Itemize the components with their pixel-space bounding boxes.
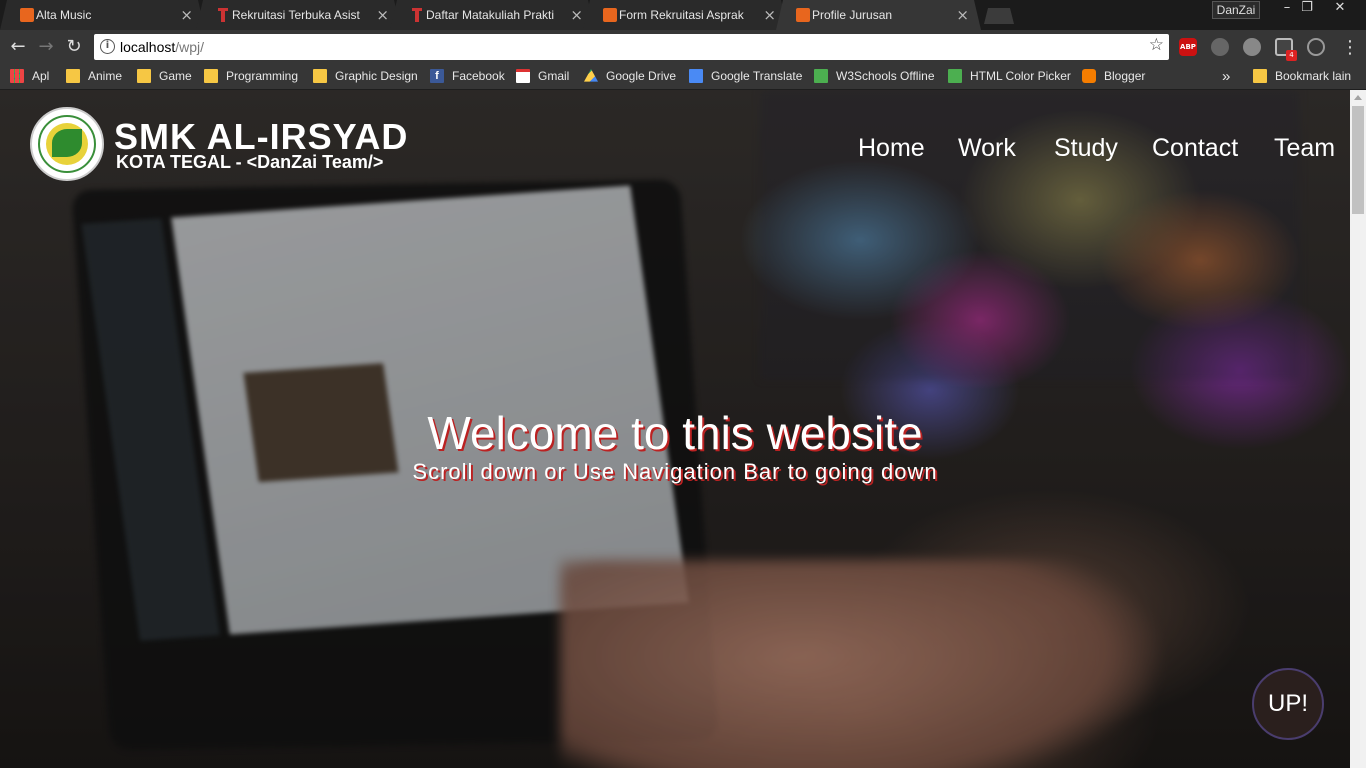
reload-icon[interactable]: ↻ [63, 36, 85, 58]
bookmark-graphic-design[interactable]: Graphic Design [313, 68, 418, 84]
bookmark-facebook[interactable]: f Facebook [430, 68, 505, 84]
bookmark-gmail[interactable]: Gmail [516, 68, 569, 84]
power-icon[interactable] [1307, 38, 1325, 56]
pin-icon [410, 8, 424, 22]
scroll-up-button[interactable]: UP! [1252, 668, 1324, 740]
tab-alta-music[interactable]: Alta Music × [0, 0, 205, 30]
apps-grid-icon [10, 69, 24, 83]
forward-icon[interactable]: → [35, 36, 57, 58]
tab-title: Form Rekruitasi Asprak F [619, 8, 747, 22]
address-url: localhost/wpj/ [120, 39, 205, 55]
tab-rekruitasi[interactable]: Rekruitasi Terbuka Asisten × [196, 0, 401, 30]
xampp-icon [796, 8, 810, 22]
new-tab-button[interactable] [984, 8, 1014, 24]
tab-strip: Alta Music × Rekruitasi Terbuka Asisten … [0, 0, 1366, 30]
tab-title: Rekruitasi Terbuka Asisten [232, 8, 360, 22]
close-icon[interactable]: × [376, 6, 389, 24]
bookmarks-overflow-button[interactable]: » [1222, 68, 1230, 85]
page-viewport: SMK AL-IRSYAD KOTA TEGAL - <DanZai Team/… [0, 90, 1350, 768]
nav-home[interactable]: Home [858, 134, 925, 163]
gmail-icon [516, 69, 530, 83]
scroll-up-arrow-icon[interactable] [1354, 95, 1362, 100]
nav-work[interactable]: Work [958, 134, 1016, 163]
tab-title: Daftar Matakuliah Praktikum [426, 8, 554, 22]
hero-title: Welcome to this website [427, 407, 923, 459]
page-scrollbar[interactable] [1350, 90, 1366, 768]
adblock-icon[interactable]: ABP [1179, 38, 1197, 56]
blogger-icon [1082, 69, 1096, 83]
scrollbar-thumb[interactable] [1352, 106, 1364, 214]
nav-team[interactable]: Team [1274, 134, 1335, 163]
bookmark-game[interactable]: Game [137, 68, 192, 84]
close-icon[interactable]: × [180, 6, 193, 24]
bookmark-programming[interactable]: Programming [204, 68, 298, 84]
bookmark-apps[interactable]: Apl [10, 68, 49, 84]
close-icon[interactable]: × [763, 6, 776, 24]
nav-study[interactable]: Study [1054, 134, 1118, 163]
xampp-icon [20, 8, 34, 22]
bookmark-w3schools[interactable]: W3Schools Offline [814, 68, 935, 84]
folder-icon [66, 69, 80, 83]
nav-contact[interactable]: Contact [1152, 134, 1238, 163]
drive-icon [584, 69, 598, 82]
bookmark-html-color-picker[interactable]: HTML Color Picker [948, 68, 1071, 84]
bookmark-star-icon[interactable]: ☆ [1149, 35, 1164, 55]
close-icon[interactable]: × [570, 6, 583, 24]
address-bar[interactable]: i localhost/wpj/ ☆ [94, 34, 1169, 60]
folder-icon [204, 69, 218, 83]
w3schools-icon [814, 69, 828, 83]
school-logo[interactable] [30, 107, 104, 181]
window-close-button[interactable]: ✕ [1325, 0, 1355, 18]
folder-icon [137, 69, 151, 83]
menu-icon[interactable]: ⋮ [1339, 37, 1361, 59]
bookmark-google-drive[interactable]: Google Drive [584, 68, 676, 84]
folder-icon [313, 69, 327, 83]
bookmark-google-translate[interactable]: Google Translate [689, 68, 802, 84]
facebook-icon: f [430, 69, 444, 83]
tab-profile-jurusan[interactable]: Profile Jurusan × [776, 0, 981, 30]
tab-title: Alta Music [36, 8, 92, 22]
close-icon[interactable]: × [956, 6, 969, 24]
translate-icon [689, 69, 703, 83]
bookmark-other[interactable]: Bookmark lain [1253, 68, 1351, 84]
xampp-icon [603, 8, 617, 22]
globe-icon[interactable] [1211, 38, 1229, 56]
bookmark-anime[interactable]: Anime [66, 68, 122, 84]
pin-icon [216, 8, 230, 22]
hero-subtitle: Scroll down or Use Navigation Bar to goi… [412, 459, 938, 484]
w3schools-icon [948, 69, 962, 83]
tab-form-rekruitasi[interactable]: Form Rekruitasi Asprak F × [583, 0, 788, 30]
folder-icon [1253, 69, 1267, 83]
info-icon[interactable]: i [100, 39, 115, 54]
back-icon[interactable]: ← [7, 36, 29, 58]
tab-daftar-matakuliah[interactable]: Daftar Matakuliah Praktikum × [390, 0, 595, 30]
cloud-icon[interactable] [1243, 38, 1261, 56]
brand-subtitle: KOTA TEGAL - <DanZai Team/> [116, 152, 384, 172]
bookmark-blogger[interactable]: Blogger [1082, 68, 1145, 84]
tab-title: Profile Jurusan [812, 8, 893, 22]
extension-badge: 4 [1286, 50, 1297, 61]
profile-button[interactable]: DanZai [1212, 1, 1260, 19]
restore-button[interactable]: ❐ [1292, 0, 1322, 18]
